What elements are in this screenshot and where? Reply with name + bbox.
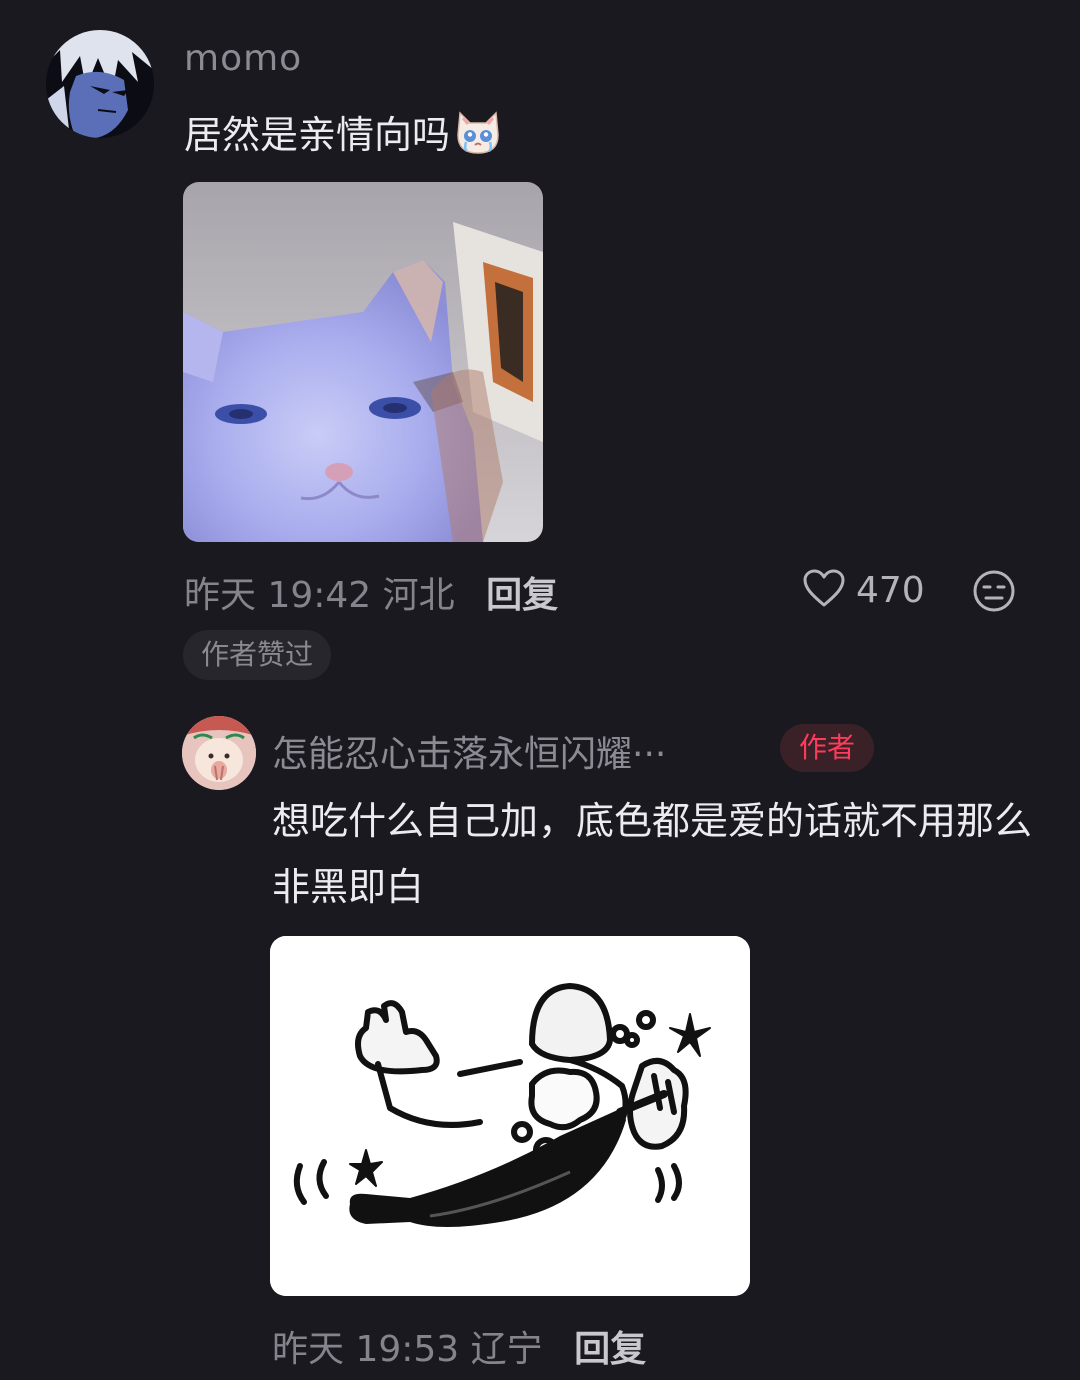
comment-username[interactable]: 怎能忍心击落永恒闪耀··· bbox=[272, 725, 666, 777]
like-button[interactable]: 470 bbox=[802, 566, 925, 614]
reply-button[interactable]: 回复 bbox=[574, 1329, 646, 1370]
comment-meta: 昨天 19:42 河北 回复 bbox=[184, 566, 558, 618]
heart-icon bbox=[802, 568, 846, 612]
reply-button[interactable]: 回复 bbox=[486, 575, 558, 616]
comment-image-doodle[interactable] bbox=[270, 936, 750, 1296]
like-count: 470 bbox=[856, 569, 925, 611]
avatar[interactable] bbox=[182, 716, 256, 790]
comment-location: 河北 bbox=[382, 575, 455, 616]
comment-image-cat[interactable] bbox=[183, 182, 543, 542]
comment-text: 居然是亲情向吗 bbox=[184, 104, 502, 159]
comment-text: 想吃什么自己加，底色都是爱的话就不用那么非黑即白 bbox=[272, 799, 1033, 909]
comment-username[interactable]: momo bbox=[184, 38, 302, 79]
dislike-face-icon[interactable] bbox=[972, 569, 1016, 613]
crying-cat-emoji-icon bbox=[454, 109, 502, 155]
comment-date: 昨天 19:53 bbox=[272, 1329, 460, 1370]
avatar[interactable] bbox=[46, 30, 154, 138]
comment-meta: 昨天 19:53 辽宁 回复 bbox=[272, 1320, 646, 1372]
comment-location: 辽宁 bbox=[470, 1329, 543, 1370]
author-liked-tag: 作者赞过 bbox=[183, 630, 332, 680]
comment-text-body: 居然是亲情向吗 bbox=[184, 113, 451, 157]
author-badge: 作者 bbox=[780, 724, 874, 772]
comment-date: 昨天 19:42 bbox=[184, 575, 372, 616]
